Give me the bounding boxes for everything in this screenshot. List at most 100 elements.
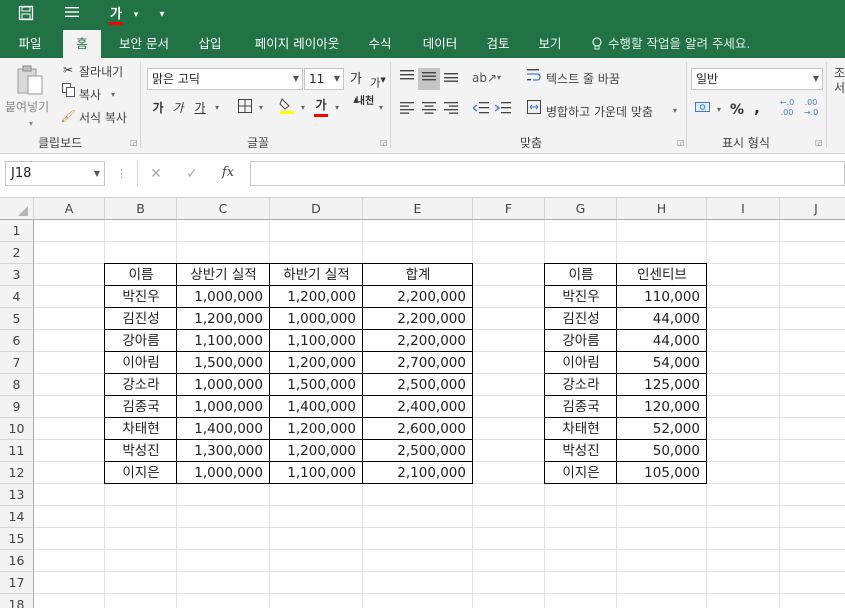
tab-view[interactable]: 보기 [530,30,570,58]
table2-cell[interactable]: 차태현 [545,418,617,440]
table1-cell[interactable]: 박성진 [105,440,177,462]
row-header-13[interactable]: 13 [0,484,34,506]
table2-cell[interactable]: 105,000 [617,462,707,484]
table1-cell[interactable]: 1,100,000 [177,330,270,352]
row-header-3[interactable]: 3 [0,264,34,286]
table1-cell[interactable]: 1,000,000 [177,374,270,396]
table1-cell[interactable]: 1,100,000 [270,330,363,352]
table1-cell[interactable]: 1,100,000 [270,462,363,484]
table1-cell[interactable]: 2,500,000 [363,440,473,462]
table2-cell[interactable]: 박성진 [545,440,617,462]
row-header-6[interactable]: 6 [0,330,34,352]
underline-button[interactable]: 가 [192,98,208,118]
table2-cell[interactable]: 110,000 [617,286,707,308]
enter-button[interactable]: ✓ [182,164,202,184]
middle-align-icon[interactable] [418,68,440,90]
table1-cell[interactable]: 2,200,000 [363,286,473,308]
cut-button[interactable]: 잘라내기 [79,63,123,80]
table1-cell[interactable]: 2,500,000 [363,374,473,396]
row-header-15[interactable]: 15 [0,528,34,550]
tab-insert[interactable]: 삽입 [190,30,230,58]
row-header-12[interactable]: 12 [0,462,34,484]
row-header-10[interactable]: 10 [0,418,34,440]
table1-cell[interactable]: 1,200,000 [270,418,363,440]
vertical-dots-icon[interactable]: ⋮ [116,164,127,184]
chevron-down-icon[interactable]: ▾ [332,98,342,118]
chevron-down-icon[interactable]: ▾ [714,100,724,120]
row-header-9[interactable]: 9 [0,396,34,418]
table2-cell[interactable]: 박진우 [545,286,617,308]
table2-cell[interactable]: 120,000 [617,396,707,418]
table1-cell[interactable]: 1,500,000 [270,374,363,396]
row-header-16[interactable]: 16 [0,550,34,572]
decrease-decimal-icon[interactable]: .00 →.0 [800,98,822,118]
bottom-align-icon[interactable] [442,68,460,88]
table1-cell[interactable]: 2,600,000 [363,418,473,440]
chevron-down-icon[interactable]: ▾ [212,98,222,118]
row-header-1[interactable]: 1 [0,220,34,242]
table2-cell[interactable]: 강소라 [545,374,617,396]
column-header-c[interactable]: C [177,198,270,220]
tab-security[interactable]: 보안 문서 [110,30,178,58]
column-header-e[interactable]: E [363,198,473,220]
increase-indent-icon[interactable] [494,100,512,120]
table2-cell[interactable]: 김진성 [545,308,617,330]
column-header-b[interactable]: B [105,198,177,220]
paste-button[interactable]: 붙여넣기 [5,98,49,115]
table1-cell[interactable]: 1,400,000 [177,418,270,440]
table1-cell[interactable]: 2,200,000 [363,330,473,352]
table1-cell[interactable]: 이지은 [105,462,177,484]
tab-page-layout[interactable]: 페이지 레이아웃 [244,30,350,58]
top-align-icon[interactable] [398,68,416,88]
table1-cell[interactable]: 1,000,000 [177,396,270,418]
dialog-launcher-icon[interactable]: ◲ [130,138,138,147]
table2-cell[interactable]: 50,000 [617,440,707,462]
chevron-down-icon[interactable]: ▾ [494,68,504,88]
increase-decimal-icon[interactable]: ←.0 .00 [776,98,798,118]
table1-cell[interactable]: 1,200,000 [177,308,270,330]
row-header-7[interactable]: 7 [0,352,34,374]
italic-button[interactable]: 가 [170,98,186,118]
cancel-button[interactable]: ✕ [146,164,166,184]
row-header-17[interactable]: 17 [0,572,34,594]
table2-cell[interactable]: 이지은 [545,462,617,484]
dialog-launcher-icon[interactable]: ◲ [677,138,685,147]
orientation-icon[interactable]: ab↗ [472,68,497,88]
table1-cell[interactable]: 1,200,000 [270,440,363,462]
percent-button[interactable]: % [728,100,746,120]
chevron-down-icon[interactable]: ▾ [26,114,36,134]
table1-cell[interactable]: 2,700,000 [363,352,473,374]
table1-cell[interactable]: 1,200,000 [270,286,363,308]
table1-cell[interactable]: 이아림 [105,352,177,374]
dialog-launcher-icon[interactable]: ◲ [815,138,823,147]
decrease-indent-icon[interactable] [471,100,490,120]
font-color-quick-button[interactable]: 가 [106,5,126,25]
table1-cell[interactable]: 1,200,000 [270,352,363,374]
row-header-14[interactable]: 14 [0,506,34,528]
chevron-down-icon[interactable]: ▾ [376,98,386,118]
font-color-button[interactable]: 가 [312,95,330,117]
table1-cell[interactable]: 2,100,000 [363,462,473,484]
chevron-down-icon[interactable]: ▾ [298,98,308,118]
column-header-i[interactable]: I [707,198,780,220]
chevron-down-icon[interactable]: ▾ [108,85,118,105]
bold-button[interactable]: 가 [150,98,166,118]
table2-cell[interactable]: 44,000 [617,330,707,352]
column-header-f[interactable]: F [473,198,545,220]
table1-cell[interactable]: 박진우 [105,286,177,308]
table1-cell[interactable]: 1,500,000 [177,352,270,374]
align-right-icon[interactable] [442,100,460,120]
tab-file[interactable]: 파일 [8,30,52,58]
wrap-text-button[interactable]: 텍스트 줄 바꿈 [546,70,620,87]
conditional-format-button[interactable]: 조 서 [834,66,845,96]
formula-input[interactable] [250,161,845,186]
table1-cell[interactable]: 김종국 [105,396,177,418]
font-name-select[interactable]: 맑은 고딕 ▼ [147,68,303,90]
customize-qat-icon[interactable]: ▾ [152,5,172,25]
paste-icon[interactable] [14,64,46,96]
table2-cell[interactable]: 김종국 [545,396,617,418]
table1-cell[interactable]: 2,200,000 [363,308,473,330]
table1-cell[interactable]: 김진성 [105,308,177,330]
format-painter-button[interactable]: 서식 복사 [79,109,127,126]
align-center-icon[interactable] [420,100,438,120]
